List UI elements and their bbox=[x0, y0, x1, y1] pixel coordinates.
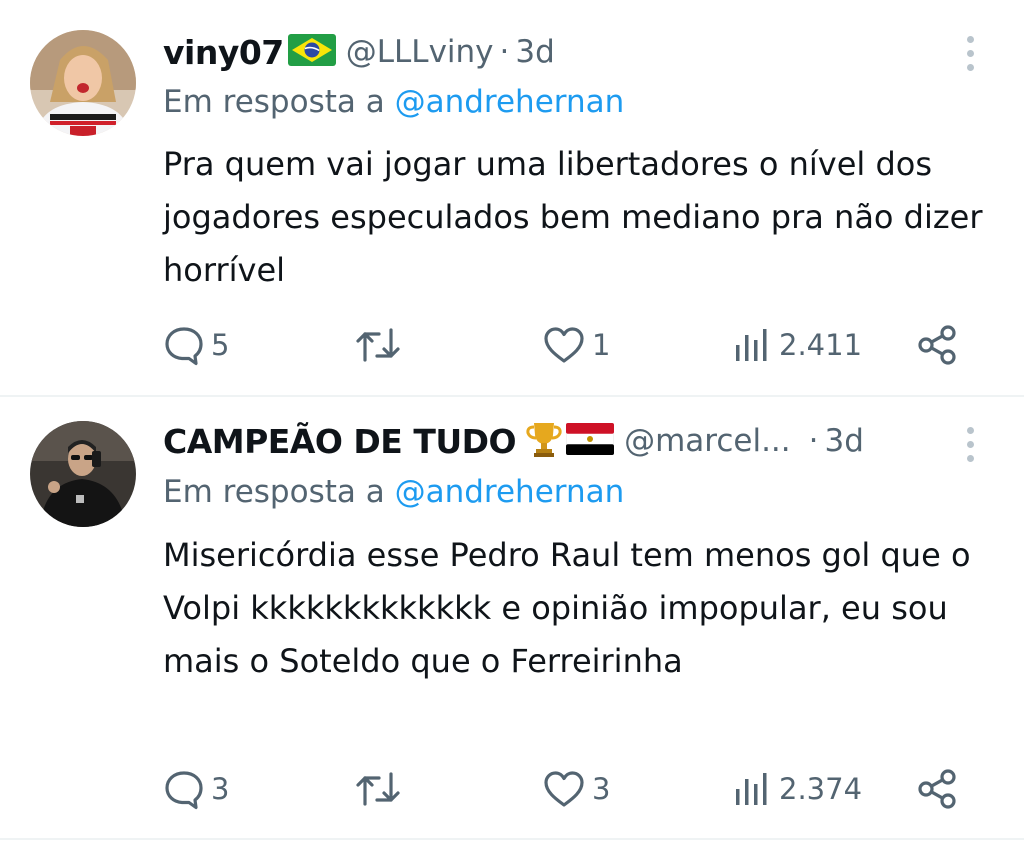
retweet-button[interactable] bbox=[355, 764, 407, 814]
view-count: 2.374 bbox=[779, 772, 863, 806]
like-button[interactable]: 3 bbox=[542, 764, 610, 814]
retweet-button[interactable] bbox=[355, 320, 407, 370]
views-button[interactable]: 2.411 bbox=[733, 320, 862, 370]
separator-dot: · bbox=[808, 423, 819, 459]
timestamp[interactable]: 3d bbox=[515, 34, 554, 70]
reply-context: Em resposta a @andrehernan bbox=[163, 474, 624, 510]
reply-context: Em resposta a @andrehernan bbox=[163, 84, 624, 120]
trophy-icon bbox=[526, 419, 562, 463]
tweet-text: Pra quem vai jogar uma libertadores o ní… bbox=[163, 145, 983, 289]
reply-count: 5 bbox=[211, 328, 230, 362]
reply-prefix: Em resposta a bbox=[163, 474, 385, 510]
tweet-header: viny07 @LLLviny · 3d bbox=[163, 28, 555, 76]
retweet-icon bbox=[355, 768, 401, 810]
user-handle[interactable]: @LLLviny bbox=[346, 34, 494, 70]
tweet[interactable]: viny07 @LLLviny · 3d Em resposta a @andr… bbox=[0, 0, 1024, 395]
reply-button[interactable]: 3 bbox=[163, 764, 229, 814]
more-options-icon[interactable] bbox=[961, 34, 981, 74]
reply-button[interactable]: 5 bbox=[163, 320, 229, 370]
like-count: 3 bbox=[592, 772, 611, 806]
share-button[interactable] bbox=[916, 320, 958, 370]
reply-icon bbox=[163, 324, 205, 366]
display-name[interactable]: viny07 bbox=[163, 33, 284, 72]
share-icon bbox=[916, 768, 958, 810]
share-icon bbox=[916, 324, 958, 366]
like-count: 1 bbox=[592, 328, 611, 362]
views-chart-icon bbox=[733, 325, 773, 365]
display-name[interactable]: CAMPEÃO DE TUDO bbox=[163, 422, 517, 461]
heart-icon bbox=[542, 325, 586, 365]
views-button[interactable]: 2.374 bbox=[733, 764, 862, 814]
reply-mention-link[interactable]: @andrehernan bbox=[395, 84, 625, 120]
reply-icon bbox=[163, 768, 205, 810]
separator-dot: · bbox=[499, 34, 510, 70]
like-button[interactable]: 1 bbox=[542, 320, 610, 370]
more-options-icon[interactable] bbox=[961, 425, 981, 465]
reply-count: 3 bbox=[211, 772, 230, 806]
share-button[interactable] bbox=[916, 764, 958, 814]
tweet-actions: 5 1 2.411 bbox=[0, 320, 1024, 370]
tweet-text: Misericórdia esse Pedro Raul tem menos g… bbox=[163, 536, 971, 680]
tweet[interactable]: CAMPEÃO DE TUDO @marcel... · 3d Em respo… bbox=[0, 397, 1024, 844]
view-count: 2.411 bbox=[779, 328, 863, 362]
reply-prefix: Em resposta a bbox=[163, 84, 385, 120]
egypt-flag-icon bbox=[565, 422, 615, 459]
retweet-icon bbox=[355, 324, 401, 366]
heart-icon bbox=[542, 769, 586, 809]
avatar[interactable] bbox=[30, 421, 136, 527]
tweet-actions: 3 3 2.374 bbox=[0, 764, 1024, 814]
timestamp[interactable]: 3d bbox=[825, 423, 864, 459]
tweet-header: CAMPEÃO DE TUDO @marcel... · 3d bbox=[163, 417, 864, 465]
reply-mention-link[interactable]: @andrehernan bbox=[395, 474, 625, 510]
views-chart-icon bbox=[733, 769, 773, 809]
brazil-flag-icon bbox=[287, 34, 336, 70]
tweet-divider bbox=[0, 838, 1024, 840]
user-handle[interactable]: @marcel... bbox=[624, 423, 791, 459]
avatar[interactable] bbox=[30, 30, 136, 136]
